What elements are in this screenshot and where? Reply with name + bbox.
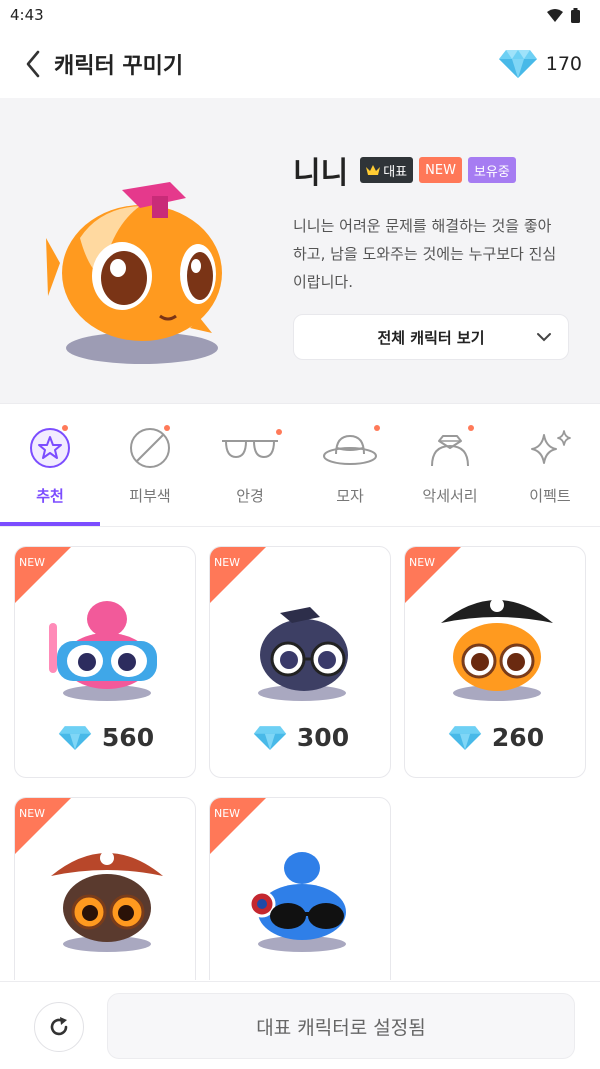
orange-fish-pirate-image [441,598,553,701]
diamond-icon [58,725,92,750]
wifi-icon [547,8,563,22]
character-description: 니니는 어려운 문제를 해결하는 것을 좋아하고, 남을 도와주는 것에는 누구… [293,217,557,291]
item-price: 560 [15,723,195,752]
main-badge: 대표 [360,157,414,183]
tab-label: 모자 [336,487,364,505]
character-name: 니니 [293,156,349,191]
new-ribbon-label: NEW [19,807,46,820]
tab-accessory[interactable]: 악세서리 [400,423,500,523]
set-main-character-button[interactable]: 대표 캐릭터로 설정됨 [107,993,575,1059]
view-all-characters-button[interactable]: 전체 캐릭터 보기 [293,314,569,360]
tab-label: 이펙트 [529,487,571,505]
owned-badge: 보유중 [467,157,516,183]
gem-count: 170 [545,53,582,75]
item-card[interactable]: NEW 560 [14,546,196,778]
diamond-icon [253,725,287,750]
pink-octopus-snorkel-image [49,601,157,701]
refresh-button[interactable] [34,1002,84,1052]
app-header: 캐릭터 꾸미기 170 [0,30,600,98]
new-dot [374,425,380,431]
new-dot [62,425,68,431]
active-tab-indicator [0,522,100,526]
tab-label: 피부색 [129,487,171,505]
page-title: 캐릭터 꾸미기 [54,54,184,79]
gem-balance: 170 [498,49,582,79]
crown-icon [366,165,381,175]
new-badge: NEW [419,157,462,183]
brown-fish-pirate-image [51,851,163,952]
chevron-left-icon [26,50,40,78]
item-price: 300 [210,723,390,752]
status-icons [547,7,580,23]
diamond-icon [498,50,537,78]
tab-skin[interactable]: 피부색 [100,423,200,523]
hat-icon [323,434,377,465]
item-card[interactable]: NEW [209,797,391,980]
status-bar: 4:43 [0,0,600,30]
new-ribbon-label: NEW [214,556,241,569]
back-button[interactable] [18,44,48,84]
new-dot [468,425,474,431]
tab-recommended[interactable]: 추천 [0,423,100,523]
new-ribbon-label: NEW [214,807,241,820]
navy-fish-glasses-image [258,607,348,701]
character-hero: 니니 대표 NEW 보유중 니니는 어려운 문제를 해결하는 것을 좋아하고, … [0,98,600,404]
status-time: 4:43 [10,6,44,24]
item-card[interactable]: NEW 300 [209,546,391,778]
tab-label: 악세서리 [422,487,478,505]
glasses-icon [222,440,278,459]
tab-effect[interactable]: 이펙트 [500,423,600,523]
tab-label: 안경 [236,487,264,505]
star-icon [30,428,70,468]
new-ribbon-label: NEW [19,556,46,569]
name-row: 니니 대표 NEW 보유중 [293,148,573,192]
sparkle-icon [531,430,571,464]
blue-octopus-sunglasses-image [248,852,346,952]
new-dot [276,429,282,435]
tiara-icon [431,435,469,467]
no-skin-icon [130,428,170,468]
battery-icon [571,7,580,23]
character-nini-image [46,182,222,364]
item-card[interactable]: NEW 260 [404,546,586,778]
item-card[interactable]: NEW [14,797,196,980]
tab-hat[interactable]: 모자 [300,423,400,523]
new-ribbon-label: NEW [409,556,436,569]
character-info: 니니 대표 NEW 보유중 니니는 어려운 문제를 해결하는 것을 좋아하고, … [293,148,573,360]
item-price: 260 [405,723,585,752]
diamond-icon [448,725,482,750]
new-dot [164,425,170,431]
category-tabs: 추천 피부색 안경 모자 악세서리 이펙트 [0,405,600,527]
item-grid: NEW 560 NEW 300 NEW 260 NEW NEW [0,528,600,980]
chevron-down-icon [537,333,551,342]
bottom-bar: 대표 캐릭터로 설정됨 [0,981,600,1069]
tab-glasses[interactable]: 안경 [200,423,300,523]
refresh-icon [50,1017,68,1036]
tab-label: 추천 [36,487,64,505]
